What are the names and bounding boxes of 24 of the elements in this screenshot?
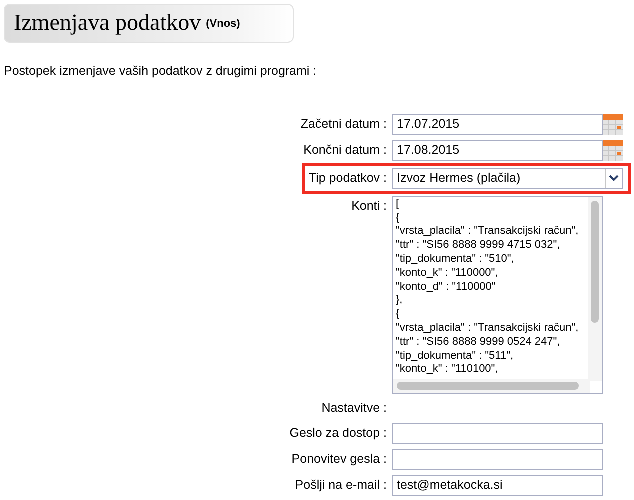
field-label: Ponovitev gesla : bbox=[290, 450, 388, 468]
field-label: Končni datum : bbox=[302, 142, 388, 159]
select-value: Izvoz Hermes (plačila) bbox=[397, 170, 521, 187]
text-area[interactable] bbox=[392, 196, 603, 394]
date-field[interactable]: 17.07.2015 bbox=[392, 114, 603, 135]
field-label: Pošlji na e-mail : bbox=[294, 476, 388, 494]
input-field[interactable] bbox=[392, 448, 603, 470]
calendar-icon[interactable] bbox=[603, 114, 623, 135]
select-field[interactable]: Izvoz Hermes (plačila) bbox=[392, 168, 623, 189]
horizontal-scrollbar[interactable] bbox=[393, 378, 590, 393]
page-title: Izmenjava podatkov bbox=[14, 9, 202, 38]
date-field[interactable]: 17.08.2015 bbox=[392, 140, 603, 161]
input-field[interactable]: test@metakocka.si bbox=[392, 474, 603, 496]
vertical-scrollbar[interactable] bbox=[588, 196, 602, 381]
field-label: Konti : bbox=[350, 198, 388, 215]
intro-text: Postopek izmenjave vaših podatkov z drugimi programi : bbox=[4, 63, 318, 80]
page-subtitle: (Vnos) bbox=[206, 16, 240, 32]
calendar-icon[interactable] bbox=[603, 140, 623, 161]
text-area-content: [ { "vrsta_placila" : "Transakcijski račun", "ttr" : "SI56 8888 9999 4715 032", "tip_dokumenta" : "510", "konto_k" : "110000", "konto_d" : "110000" }, { "vrsta_placila" : "Transakcijski račun", "ttr" : "SI56 8888 9999 0524 247", "tip_dokumenta" : "511", "konto_k" : "110100", bbox=[395, 198, 580, 378]
field-label: Geslo za dostop : bbox=[288, 424, 388, 442]
section-label: Nastavitve : bbox=[320, 400, 388, 417]
field-label: Tip podatkov : bbox=[308, 170, 388, 187]
field-label: Začetni datum : bbox=[300, 116, 388, 133]
input-field[interactable] bbox=[392, 422, 603, 444]
